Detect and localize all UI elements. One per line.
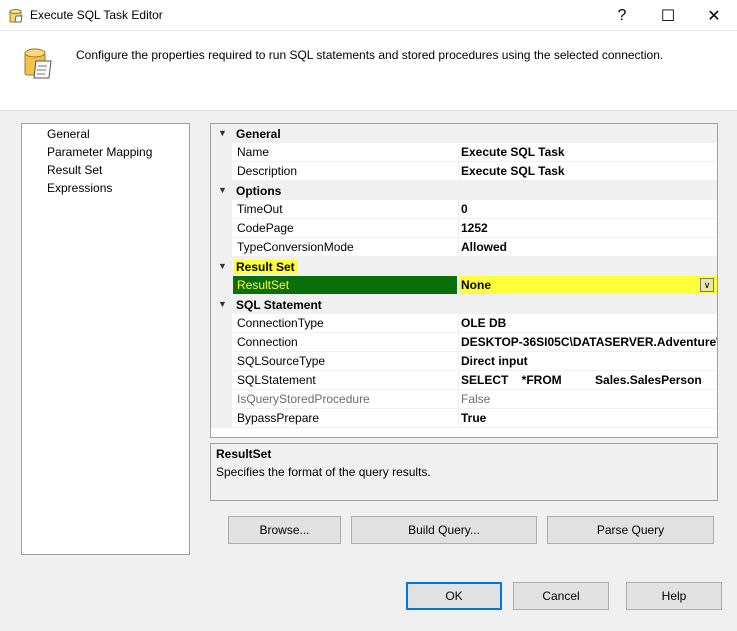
cancel-button[interactable]: Cancel [513, 582, 609, 610]
property-value[interactable]: Allowed [458, 238, 717, 257]
chevron-down-icon[interactable]: ∨ [700, 278, 714, 292]
database-script-icon [24, 48, 52, 79]
property-value[interactable]: 0 [458, 200, 717, 219]
property-row-connection[interactable]: Connection DESKTOP-36SI05C\DATASERVER.Ad… [211, 333, 717, 352]
category-label: General [236, 127, 281, 141]
category-result-set[interactable]: ▼ Result Set [211, 257, 717, 276]
build-query-button[interactable]: Build Query... [351, 516, 537, 544]
property-row-sqlstatement[interactable]: SQLStatement SELECT *FROM Sales.SalesPer… [211, 371, 717, 390]
description-text: Specifies the format of the query result… [216, 465, 431, 479]
chevron-down-icon[interactable]: ▼ [218, 261, 227, 271]
nav-item-result-set[interactable]: Result Set [47, 163, 102, 177]
help-window-button[interactable]: ? [599, 0, 645, 31]
property-row-timeout[interactable]: TimeOut 0 [211, 200, 717, 219]
close-button[interactable]: ✕ [691, 0, 737, 31]
ok-button[interactable]: OK [406, 582, 502, 610]
property-name: Description [233, 162, 457, 181]
page-navigation-list: General Parameter Mapping Result Set Exp… [21, 123, 190, 555]
property-row-description[interactable]: Description Execute SQL Task [211, 162, 717, 181]
property-row-codepage[interactable]: CodePage 1252 [211, 219, 717, 238]
property-name: TypeConversionMode [233, 238, 457, 257]
property-value[interactable]: Execute SQL Task [458, 162, 717, 181]
category-label: Result Set [234, 260, 297, 274]
help-button[interactable]: Help [626, 582, 722, 610]
property-description-panel: ResultSet Specifies the format of the qu… [210, 443, 718, 501]
title-bar: Execute SQL Task Editor ? ☐ ✕ [0, 0, 737, 31]
property-row-connectiontype[interactable]: ConnectionType OLE DB [211, 314, 717, 333]
maximize-button[interactable]: ☐ [645, 0, 691, 31]
header-description: Configure the properties required to run… [76, 48, 664, 62]
property-name: ConnectionType [233, 314, 457, 333]
chevron-down-icon[interactable]: ▼ [218, 185, 227, 195]
property-name: BypassPrepare [233, 409, 457, 428]
property-row-name[interactable]: Name Execute SQL Task [211, 143, 717, 162]
property-name: SQLSourceType [233, 352, 457, 371]
category-general[interactable]: ▼ General [211, 124, 717, 143]
property-value[interactable]: Execute SQL Task [458, 143, 717, 162]
property-value[interactable]: Direct input [458, 352, 717, 371]
property-row-typeconversionmode[interactable]: TypeConversionMode Allowed [211, 238, 717, 257]
property-value[interactable]: DESKTOP-36SI05C\DATASERVER.AdventureWork… [458, 333, 717, 352]
parse-query-button[interactable]: Parse Query [547, 516, 714, 544]
property-name: IsQueryStoredProcedure [233, 390, 457, 409]
property-row-resultset[interactable]: ResultSet None ∨ [211, 276, 717, 295]
ssis-task-icon [9, 9, 23, 23]
category-label: Options [236, 184, 282, 198]
category-label: SQL Statement [236, 298, 322, 312]
chevron-down-icon[interactable]: ▼ [218, 299, 227, 309]
property-name: CodePage [233, 219, 457, 238]
property-name: SQLStatement [233, 371, 457, 390]
property-value[interactable]: True [458, 409, 717, 428]
nav-item-parameter-mapping[interactable]: Parameter Mapping [47, 145, 152, 159]
property-value[interactable]: OLE DB [458, 314, 717, 333]
chevron-down-icon[interactable]: ▼ [218, 128, 227, 138]
property-value[interactable]: 1252 [458, 219, 717, 238]
browse-button[interactable]: Browse... [228, 516, 341, 544]
property-value: False [458, 390, 717, 409]
property-grid: ▼ General Name Execute SQL Task Descript… [210, 123, 718, 438]
category-options[interactable]: ▼ Options [211, 181, 717, 200]
dialog-header: Configure the properties required to run… [0, 31, 737, 111]
property-value[interactable]: SELECT *FROM Sales.SalesPerson [458, 371, 717, 390]
property-name: ResultSet [233, 276, 457, 295]
nav-item-general[interactable]: General [47, 127, 90, 141]
description-title: ResultSet [216, 447, 272, 461]
category-sql-statement[interactable]: ▼ SQL Statement [211, 295, 717, 314]
window-title: Execute SQL Task Editor [30, 8, 163, 22]
property-name: TimeOut [233, 200, 457, 219]
property-row-bypassprepare[interactable]: BypassPrepare True [211, 409, 717, 428]
resultset-value-dropdown[interactable]: None [458, 276, 717, 295]
property-row-isquerystoredprocedure[interactable]: IsQueryStoredProcedure False [211, 390, 717, 409]
nav-item-expressions[interactable]: Expressions [47, 181, 112, 195]
property-name: Connection [233, 333, 457, 352]
property-name: Name [233, 143, 457, 162]
property-row-sqlsourcetype[interactable]: SQLSourceType Direct input [211, 352, 717, 371]
